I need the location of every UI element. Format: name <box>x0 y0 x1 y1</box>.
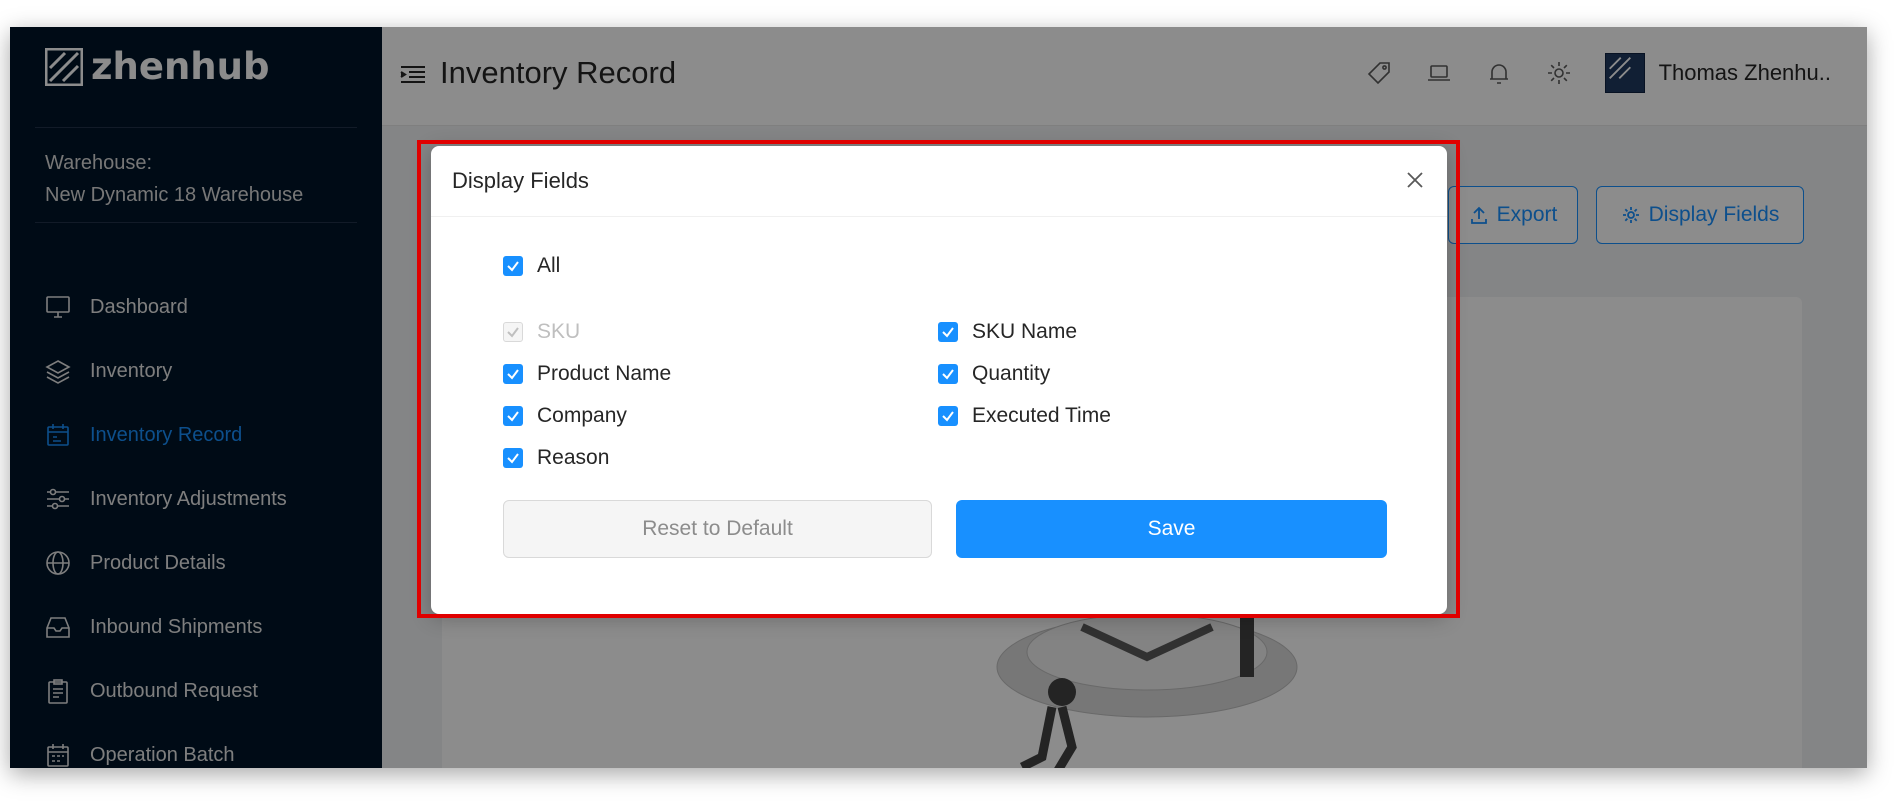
highlight-box <box>417 140 1460 618</box>
app-window: zhenhub Warehouse: New Dynamic 18 Wareho… <box>10 27 1867 768</box>
